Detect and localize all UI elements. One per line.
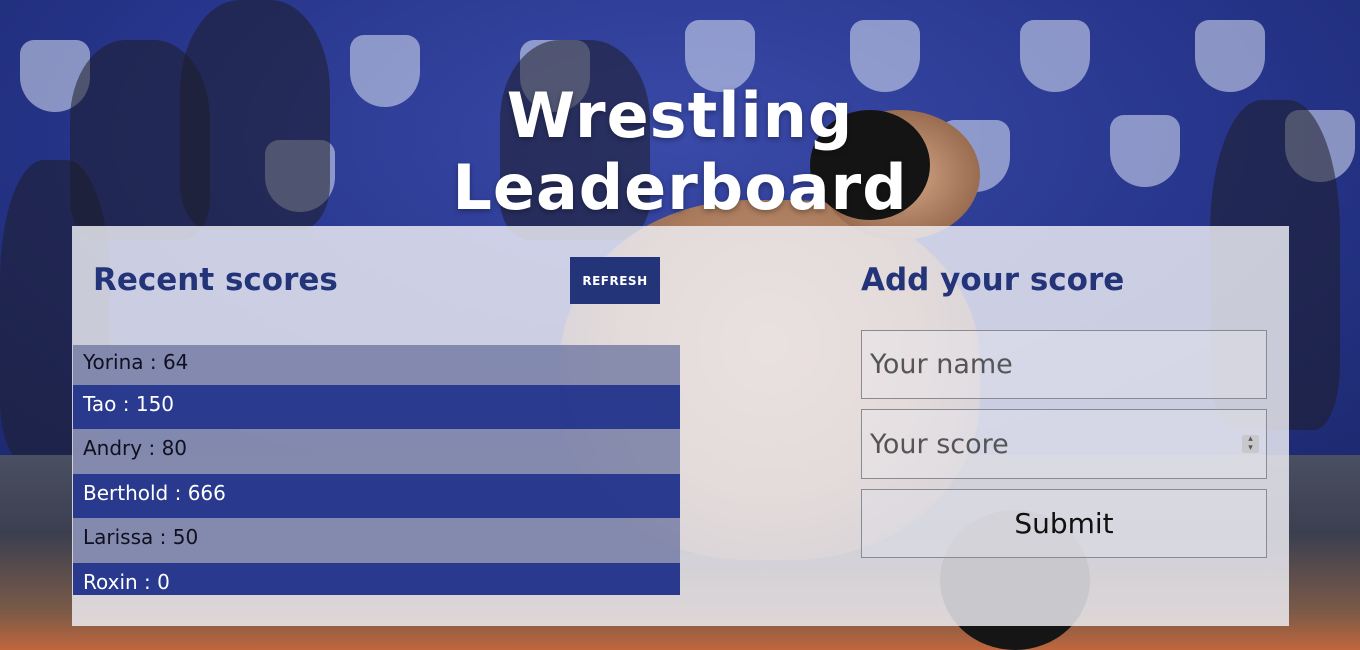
- score-list-item: Yorina : 64: [73, 345, 680, 385]
- banner-logo: [1020, 20, 1090, 92]
- score-input[interactable]: [861, 409, 1267, 479]
- score-list-item: Larissa : 50: [73, 518, 680, 563]
- page-title: Wrestling Leaderboard: [452, 78, 908, 224]
- score-list-item: Andry : 80: [73, 429, 680, 474]
- banner-logo: [1195, 20, 1265, 92]
- submit-button[interactable]: Submit: [861, 489, 1267, 558]
- score-list-item: Berthold : 666: [73, 473, 680, 519]
- banner-logo: [1110, 115, 1180, 187]
- refresh-button[interactable]: REFRESH: [570, 257, 660, 304]
- score-list-item: Roxin : 0: [73, 562, 680, 595]
- add-score-heading: Add your score: [861, 262, 1125, 298]
- number-spinner-icon[interactable]: ▴ ▾: [1242, 435, 1259, 453]
- recent-scores-heading: Recent scores: [93, 262, 338, 298]
- score-list: Yorina : 64 Tao : 150 Andry : 80 Berthol…: [73, 345, 680, 595]
- name-input[interactable]: [861, 330, 1267, 399]
- score-list-item: Tao : 150: [73, 385, 680, 430]
